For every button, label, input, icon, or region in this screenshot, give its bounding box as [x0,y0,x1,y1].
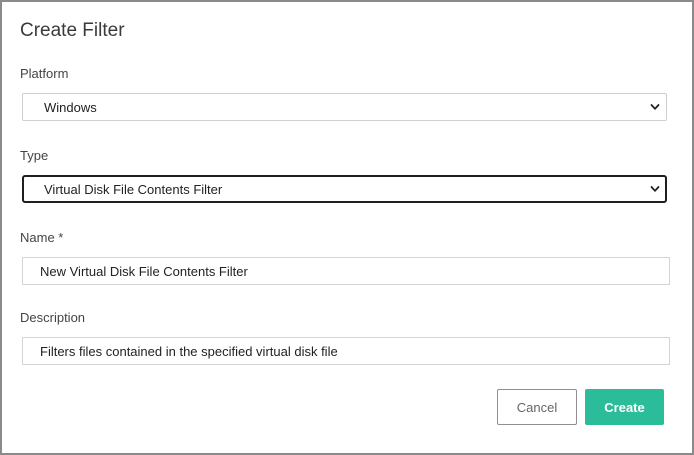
chevron-down-icon [650,186,660,192]
name-field-value: New Virtual Disk File Contents Filter [40,264,248,279]
create-button[interactable]: Create [585,389,664,425]
create-filter-dialog: Create Filter Platform Windows Type Virt… [0,0,694,455]
chevron-down-icon [650,104,660,110]
type-select-value: Virtual Disk File Contents Filter [44,182,223,197]
platform-select-value: Windows [44,100,97,115]
name-label: Name * [20,230,64,245]
dialog-title: Create Filter [20,20,125,41]
type-select[interactable]: Virtual Disk File Contents Filter [22,175,667,203]
platform-select[interactable]: Windows [22,93,667,121]
platform-label: Platform [20,66,69,81]
type-label: Type [20,148,49,163]
description-label: Description [20,310,86,325]
cancel-button[interactable]: Cancel [497,389,577,425]
description-field[interactable]: Filters files contained in the specified… [22,337,670,365]
name-field[interactable]: New Virtual Disk File Contents Filter [22,257,670,285]
description-field-value: Filters files contained in the specified… [40,344,338,359]
